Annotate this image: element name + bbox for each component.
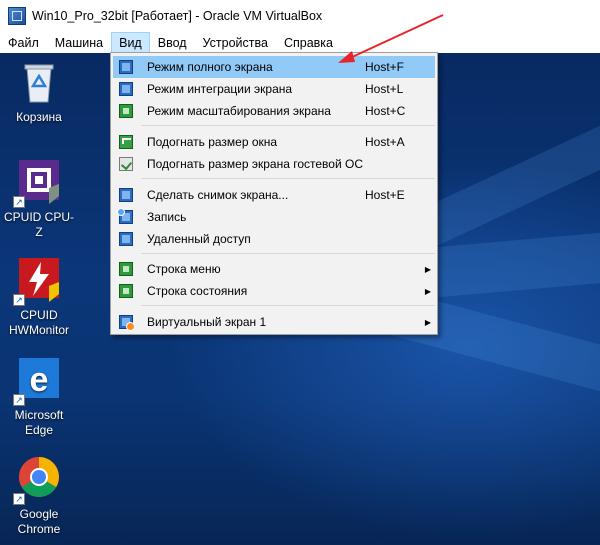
- record-icon: [117, 208, 133, 224]
- shortcut-arrow-icon: ↗: [13, 394, 25, 406]
- menubar: Файл Машина Вид Ввод Устройства Справка: [0, 32, 600, 53]
- menu-file[interactable]: Файл: [0, 32, 47, 53]
- desktop-icon-edge[interactable]: e ↗ Microsoft Edge: [1, 356, 77, 438]
- desktop-icon-chrome[interactable]: ↗ Google Chrome: [1, 455, 77, 537]
- menu-item-label: Подогнать размер окна: [147, 135, 278, 149]
- menu-item-label: Запись: [147, 210, 187, 224]
- menu-item-label: Режим полного экрана: [147, 60, 273, 74]
- statusbar-icon: [119, 284, 133, 298]
- menu-item-label: Строка состояния: [147, 284, 248, 298]
- menu-separator: [141, 305, 435, 306]
- menubar-icon: [119, 262, 133, 276]
- menu-item-shortcut: Host+L: [365, 82, 404, 96]
- seamless-icon: [119, 82, 133, 96]
- window-titlebar: Win10_Pro_32bit [Работает] - Oracle VM V…: [0, 0, 600, 32]
- desktop-icon-cpu-z[interactable]: ↗ CPUID CPU-Z: [1, 158, 77, 240]
- desktop-icon-label: Microsoft Edge: [14, 408, 64, 437]
- window-title: Win10_Pro_32bit [Работает] - Oracle VM V…: [32, 9, 323, 23]
- remote-display-icon: [119, 232, 133, 246]
- virtual-screen-icon: [119, 315, 135, 331]
- menu-item-label: Режим интеграции экрана: [147, 82, 293, 96]
- menu-item-shortcut: Host+A: [365, 135, 405, 149]
- menu-item-label: Сделать снимок экрана...: [147, 188, 289, 202]
- menu-item-menubar[interactable]: Строка меню ▶: [113, 258, 435, 280]
- scale-icon: [119, 104, 133, 118]
- menu-item-seamless[interactable]: Режим интеграции экрана Host+L: [113, 78, 435, 100]
- menu-item-screenshot[interactable]: Сделать снимок экрана... Host+E: [113, 184, 435, 206]
- desktop-icon-label: CPUID CPU-Z: [3, 210, 74, 239]
- menu-separator: [141, 253, 435, 254]
- menu-input[interactable]: Ввод: [150, 32, 195, 53]
- view-menu-dropdown: Режим полного экрана Host+F Режим интегр…: [110, 52, 438, 335]
- submenu-arrow-icon: ▶: [424, 317, 432, 327]
- menu-machine[interactable]: Машина: [47, 32, 111, 53]
- desktop-icon-label: Google Chrome: [17, 507, 61, 536]
- desktop-icon-recycle-bin[interactable]: Корзина: [1, 58, 77, 125]
- shortcut-arrow-icon: ↗: [13, 196, 25, 208]
- desktop-icon-label: Корзина: [16, 110, 62, 124]
- menu-item-label: Режим масштабирования экрана: [147, 104, 331, 118]
- hwmonitor-icon: ↗: [13, 256, 63, 306]
- menu-item-label: Удаленный доступ: [147, 232, 251, 246]
- menu-item-auto-resize[interactable]: Подогнать размер экрана гостевой ОС: [113, 153, 435, 175]
- recycle-bin-icon: [15, 58, 63, 106]
- auto-resize-checkbox-icon: [119, 157, 133, 171]
- virtualbox-app-icon: [8, 7, 26, 25]
- menu-devices[interactable]: Устройства: [195, 32, 276, 53]
- menu-item-virtual-screen[interactable]: Виртуальный экран 1 ▶: [113, 311, 435, 333]
- menu-item-record[interactable]: Запись: [113, 206, 435, 228]
- menu-item-label: Подогнать размер экрана гостевой ОС: [147, 157, 363, 171]
- desktop-icon-hwmonitor[interactable]: ↗ CPUID HWMonitor: [1, 256, 77, 338]
- menu-item-shortcut: Host+E: [365, 188, 405, 202]
- screenshot-icon: [119, 188, 133, 202]
- svg-text:e: e: [30, 361, 49, 399]
- menu-item-scale[interactable]: Режим масштабирования экрана Host+C: [113, 100, 435, 122]
- menu-item-adjust-window[interactable]: Подогнать размер окна Host+A: [113, 131, 435, 153]
- menu-help[interactable]: Справка: [276, 32, 341, 53]
- menu-item-remote-display[interactable]: Удаленный доступ: [113, 228, 435, 250]
- menu-item-label: Виртуальный экран 1: [147, 315, 267, 329]
- menu-item-statusbar[interactable]: Строка состояния ▶: [113, 280, 435, 302]
- chrome-icon: ↗: [13, 455, 63, 505]
- adjust-window-icon: [119, 135, 133, 149]
- shortcut-arrow-icon: ↗: [13, 493, 25, 505]
- menu-item-fullscreen[interactable]: Режим полного экрана Host+F: [113, 56, 435, 78]
- menu-item-label: Строка меню: [147, 262, 221, 276]
- fullscreen-icon: [119, 60, 133, 74]
- cpu-z-icon: ↗: [13, 158, 63, 208]
- menu-view[interactable]: Вид: [111, 32, 150, 53]
- submenu-arrow-icon: ▶: [424, 286, 432, 296]
- submenu-arrow-icon: ▶: [424, 264, 432, 274]
- shortcut-arrow-icon: ↗: [13, 294, 25, 306]
- desktop-icon-label: CPUID HWMonitor: [8, 308, 69, 337]
- edge-icon: e ↗: [13, 356, 63, 406]
- menu-item-shortcut: Host+C: [365, 104, 406, 118]
- menu-item-shortcut: Host+F: [365, 60, 405, 74]
- menu-separator: [141, 125, 435, 126]
- menu-separator: [141, 178, 435, 179]
